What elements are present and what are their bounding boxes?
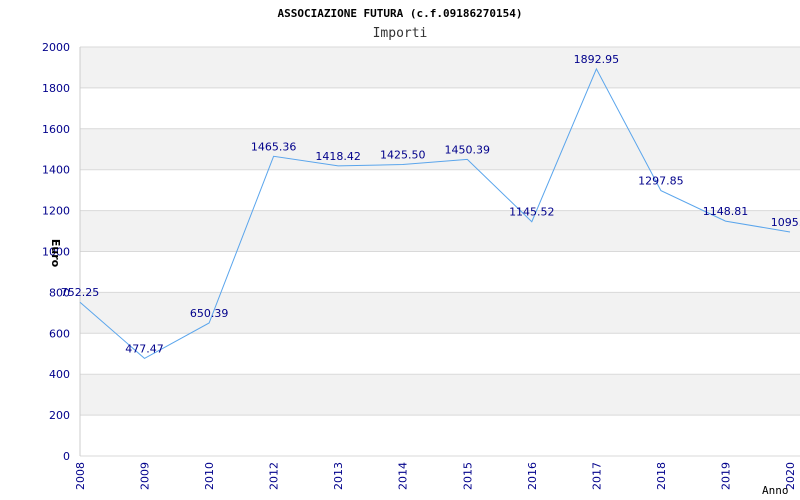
grid-band — [80, 374, 800, 416]
data-label: 1095.2 — [771, 216, 800, 229]
y-tick-label: 1200 — [42, 205, 70, 218]
x-tick-label: 2015 — [461, 462, 474, 490]
data-label: 1450.39 — [445, 143, 491, 156]
y-tick-label: 1600 — [42, 123, 70, 136]
chart-subtitle: Importi — [373, 26, 428, 41]
y-tick-label: 600 — [49, 327, 70, 340]
data-label: 1892.95 — [574, 53, 620, 66]
x-tick-label: 2008 — [74, 462, 87, 490]
x-tick-label: 2018 — [655, 462, 668, 490]
grid-band — [80, 47, 800, 88]
y-tick-label: 0 — [63, 450, 70, 463]
data-label: 477.47 — [125, 342, 164, 355]
grid-band — [80, 128, 800, 170]
data-label: 650.39 — [190, 307, 229, 320]
y-tick-label: 1800 — [42, 82, 70, 95]
data-label: 1425.50 — [380, 148, 426, 161]
y-tick-label: 400 — [49, 368, 70, 381]
data-label: 1145.52 — [509, 206, 555, 219]
y-tick-label: 2000 — [42, 41, 70, 54]
plot-background — [80, 47, 800, 416]
y-axis-label: Euro — [49, 239, 62, 268]
x-tick-label: 2013 — [332, 462, 345, 490]
x-tick-label: 2012 — [268, 462, 281, 490]
data-label: 1297.85 — [638, 175, 684, 188]
grid-band — [80, 292, 800, 334]
grid-band — [80, 210, 800, 252]
y-tick-label: 1400 — [42, 164, 70, 177]
x-axis-label: Anno — [762, 484, 789, 497]
line-chart: ASSOCIAZIONE FUTURA (c.f.09186270154) Im… — [42, 7, 800, 497]
data-label: 752.25 — [61, 286, 100, 299]
data-label: 1465.36 — [251, 140, 297, 153]
data-label: 1418.42 — [315, 150, 361, 163]
y-tick-label: 200 — [49, 409, 70, 422]
x-tick-label: 2009 — [139, 462, 152, 490]
data-label: 1148.81 — [703, 205, 749, 218]
x-axis-ticks: 2008 2009 2010 2012 2013 2014 2015 2016 2017 2018… — [74, 462, 797, 490]
x-tick-label: 2014 — [397, 462, 410, 490]
x-tick-label: 2016 — [526, 462, 539, 490]
chart-title: ASSOCIAZIONE FUTURA (c.f.09186270154) — [277, 7, 522, 20]
x-tick-label: 2019 — [719, 462, 732, 490]
x-tick-label: 2010 — [203, 462, 216, 490]
x-tick-label: 2017 — [590, 462, 603, 490]
